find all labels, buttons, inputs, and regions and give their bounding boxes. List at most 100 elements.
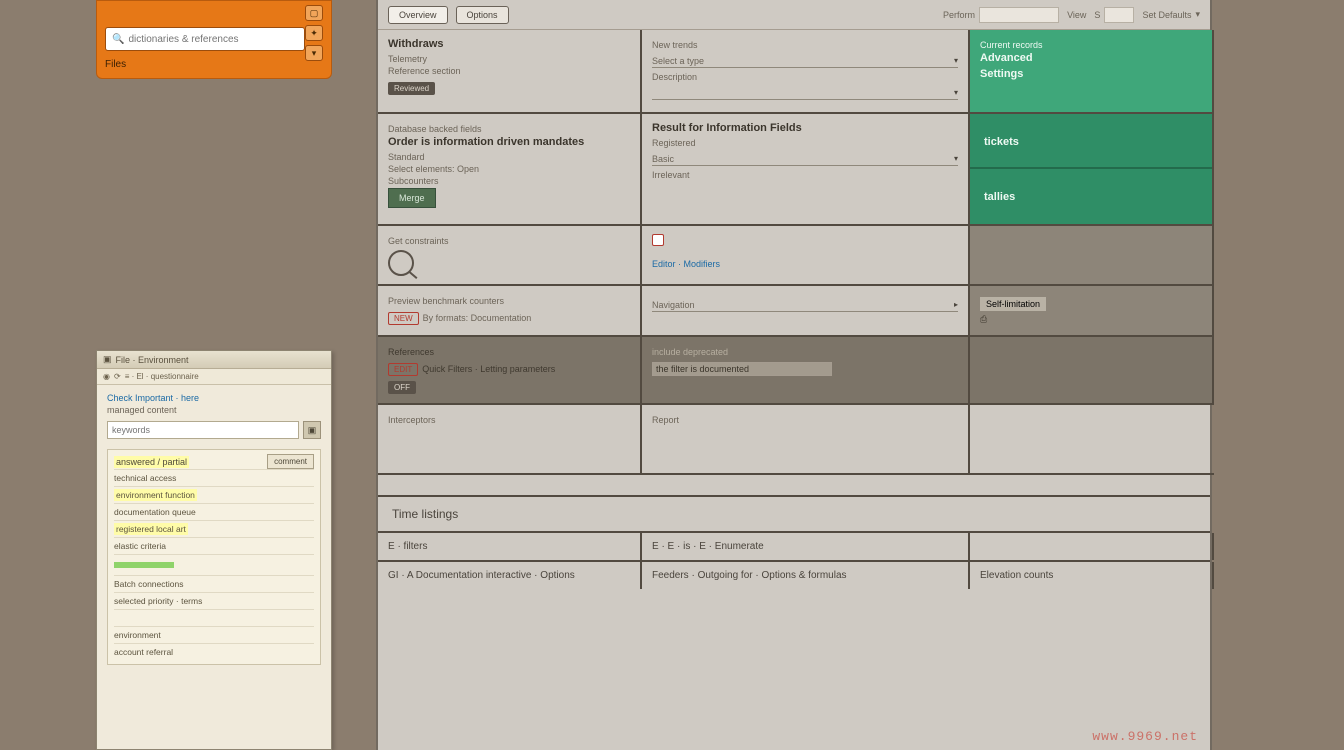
pin-icon[interactable]: ✦ [305,25,323,41]
list-item [114,554,314,575]
cell-sub: Preview benchmark counters [388,296,630,306]
defaults-label: Set Defaults [1142,10,1191,20]
version-label: S [1094,10,1100,20]
chevron-down-icon: ▾ [954,56,958,65]
cell-line: Settings [980,68,1202,80]
cell-sub: New trends [652,40,958,50]
cell-sub: Irrelevant [652,170,958,180]
mini-subtitle: managed content [107,405,321,415]
perform-input[interactable] [979,7,1059,23]
cell-hint: include deprecated [652,347,958,357]
search-input[interactable] [128,34,298,45]
cell-text: Self-limitation [980,297,1046,311]
reload-icon[interactable]: ⟳ [114,372,121,381]
merge-button[interactable]: Merge [388,188,436,208]
list-item[interactable]: documentation queue [114,503,314,520]
mini-addressbar[interactable]: ◉ ⟳ ≡ · El · questionnaire [97,369,331,385]
app-icon: ▣ [103,354,112,365]
mini-item-list: technical access environment function do… [114,469,314,660]
cell-sub: Description [652,72,958,82]
cell-order-info: Database backed fields Order is informat… [378,114,642,226]
s2-cell: GI · A Documentation interactive · Optio… [378,562,642,589]
cell-line: Advanced [980,52,1202,64]
s2-cell: Elevation counts [970,562,1214,589]
cell-sub: Standard [388,152,630,162]
maximize-icon[interactable]: ▢ [305,5,323,21]
cell-constraints: Get constraints [378,226,642,286]
cell-text: Quick Filters · Letting parameters [422,364,555,374]
cell-title: Withdraws [388,38,630,50]
type-dropdown[interactable]: Select a type▾ [652,54,958,68]
cell-interceptors: Interceptors [378,405,642,475]
cell-sub: Telemetry [388,54,630,64]
time-listings-section: Time listings E · filters E · E · is · E… [378,495,1210,589]
mini-titlebar[interactable]: ▣ File · Environment [97,351,331,369]
list-item[interactable]: elastic criteria [114,537,314,554]
list-item[interactable]: Batch connections [114,575,314,592]
cell-blank [970,226,1214,286]
chevron-right-icon: ▸ [954,300,958,309]
mini-link[interactable]: Check Important · here [107,393,321,403]
s2-cell: Feeders · Outgoing for · Options & formu… [642,562,970,589]
cell-text: By formats: Documentation [423,313,532,323]
cell-blank3 [970,405,1214,475]
list-item[interactable]: account referral [114,643,314,660]
chevron-down-icon: ▾ [954,88,958,97]
chevron-down-icon[interactable]: ▾ [1195,9,1200,20]
cell-filter-doc: include deprecated [642,337,970,405]
form-grid: Withdraws Telemetry Reference section Re… [378,30,1210,475]
form-toolbar: Overview Options Perform View S Set Defa… [378,0,1210,30]
cell-text: Interceptors [388,415,630,425]
cell-title: Result for Information Fields [652,122,958,134]
cell-navigation: Navigation▸ [642,286,970,337]
s2-cell [970,533,1214,560]
chevron-down-icon: ▾ [954,154,958,163]
mini-search-go[interactable]: ▣ [303,421,321,439]
list-item[interactable]: registered local art [114,520,314,537]
cell-blank2 [970,337,1214,405]
cell-sub: Subcounters [388,176,630,186]
mini-search-input[interactable] [107,421,299,439]
version-input[interactable] [1104,7,1134,23]
list-item [114,609,314,626]
cell-sub: Registered [652,138,958,148]
search-widget: ▢ ✦ ▾ 🔍 Files [96,0,332,79]
editor-link[interactable]: Editor · Modifiers [652,259,958,269]
small-icon: ⎙ [980,314,1202,325]
mini-list-header: answered / partial [114,456,189,468]
s2-cell: E · filters [378,533,642,560]
cell-sub: Select elements: Open [388,164,630,174]
s2-cell: E · E · is · E · Enumerate [642,533,970,560]
widget-label: Files [105,59,323,70]
cell-preview: Preview benchmark counters NEW By formats… [378,286,642,337]
filter-field[interactable] [652,362,832,376]
off-badge: OFF [388,381,416,394]
tickets-box[interactable]: tickets [970,114,1212,169]
filter-icon[interactable]: ▾ [305,45,323,61]
search-box[interactable]: 🔍 [105,27,305,51]
tallies-box[interactable]: tallies [970,169,1212,224]
list-item[interactable]: selected priority · terms [114,592,314,609]
main-form-panel: Overview Options Perform View S Set Defa… [376,0,1212,750]
list-item[interactable]: environment function [114,486,314,503]
list-item[interactable]: technical access [114,469,314,486]
cell-records[interactable]: Current records Advanced Settings [970,30,1214,114]
edit-stamp: EDIT [388,363,418,376]
cell-editor: Editor · Modifiers [642,226,970,286]
cell-sub: Reference section [388,66,630,76]
status-badge: Reviewed [388,82,435,95]
new-stamp: NEW [388,312,419,325]
magnifier-icon[interactable] [388,250,414,276]
overview-button[interactable]: Overview [388,6,448,24]
basic-dropdown[interactable]: Basic▾ [652,152,958,166]
description-dropdown[interactable]: ▾ [652,86,958,100]
navigation-dropdown[interactable]: Navigation▸ [652,298,958,312]
mini-post-button[interactable]: comment [267,454,314,469]
options-button[interactable]: Options [456,6,509,24]
globe-icon: ◉ [103,372,110,381]
cell-withdraws: Withdraws Telemetry Reference section Re… [378,30,642,114]
cell-trends: New trends Select a type▾ Description ▾ [642,30,970,114]
cell-selflimit: Self-limitation ⎙ [970,286,1214,337]
cell-title: Order is information driven mandates [388,136,630,148]
list-item[interactable]: environment [114,626,314,643]
